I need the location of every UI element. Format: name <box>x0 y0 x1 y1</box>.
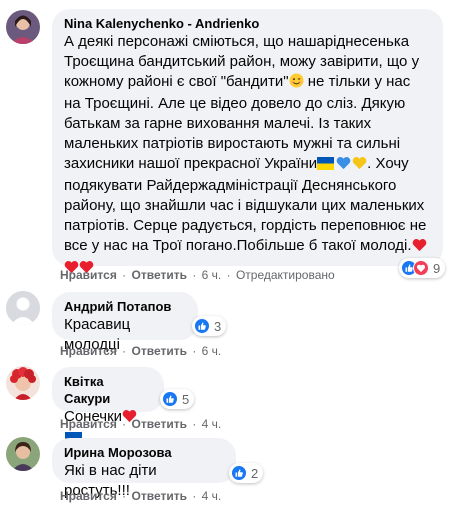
edited-label: Отредактировано <box>235 268 335 282</box>
comment-actions: Нравится · Ответить · 4 ч. <box>60 488 221 504</box>
love-icon <box>413 260 429 276</box>
like-link[interactable]: Нравится <box>60 268 117 282</box>
separator: · <box>192 417 197 431</box>
ukraine-flag-emoji <box>317 156 335 176</box>
comment-author[interactable]: Андрий Потапов <box>64 298 186 315</box>
separator: · <box>226 268 231 282</box>
separator: · <box>122 417 127 431</box>
comment-text: А деякі персонажі сміються, що нашарідне… <box>64 32 431 280</box>
red-heart-emoji <box>412 238 427 258</box>
avatar[interactable] <box>6 291 40 325</box>
reply-link[interactable]: Ответить <box>132 417 187 431</box>
reactions-count: 9 <box>433 260 441 276</box>
separator: · <box>192 489 197 503</box>
like-link[interactable]: Нравится <box>60 489 117 503</box>
reactions-count: 2 <box>251 465 259 481</box>
reactions-count: 5 <box>182 391 190 407</box>
comment-author[interactable]: Nina Kalenychenko - Andrienko <box>64 15 431 32</box>
comment-actions: Нравится · Ответить · 4 ч. <box>60 416 221 432</box>
separator: · <box>122 489 127 503</box>
comment-author[interactable]: Ирина Морозова <box>64 444 224 461</box>
like-icon <box>194 318 210 334</box>
reply-link[interactable]: Ответить <box>132 489 187 503</box>
reactions-summary[interactable]: 3 <box>192 316 227 336</box>
reactions-summary[interactable]: 9 <box>399 258 446 278</box>
reply-link[interactable]: Ответить <box>132 268 187 282</box>
reply-link[interactable]: Ответить <box>132 344 187 358</box>
comment-bubble: Nina Kalenychenko - Andrienko А деякі пе… <box>52 9 443 274</box>
separator: · <box>192 344 197 358</box>
separator: · <box>122 268 127 282</box>
like-icon <box>231 465 247 481</box>
timestamp[interactable]: 4 ч. <box>202 417 222 431</box>
reactions-count: 3 <box>214 318 222 334</box>
timestamp[interactable]: 6 ч. <box>202 268 222 282</box>
reactions-summary[interactable]: 5 <box>160 389 195 409</box>
separator: · <box>122 344 127 358</box>
timestamp[interactable]: 6 ч. <box>202 344 222 358</box>
timestamp[interactable]: 4 ч. <box>202 489 222 503</box>
comment-actions: Нравится · Ответить · 6 ч. · Отредактиро… <box>60 267 335 283</box>
like-link[interactable]: Нравится <box>60 344 117 358</box>
comment-bubble: Ирина Морозова Які в нас діти ростуть!!! <box>52 438 236 499</box>
like-icon <box>162 391 178 407</box>
avatar[interactable] <box>6 10 40 44</box>
yellow-heart-emoji <box>352 156 367 176</box>
avatar[interactable] <box>6 437 40 471</box>
comment-author[interactable]: Квітка Сакури <box>64 373 152 407</box>
reactions-summary[interactable]: 2 <box>229 463 264 483</box>
avatar[interactable] <box>6 366 40 400</box>
comment-bubble: Квітка Сакури Сонечки <box>52 367 164 445</box>
wink-emoji <box>289 73 304 94</box>
comment-actions: Нравится · Ответить · 6 ч. <box>60 343 221 359</box>
separator: · <box>192 268 197 282</box>
comment-bubble: Андрий Потапов Красавиц молодці <box>52 292 198 353</box>
blue-heart-emoji <box>336 156 351 176</box>
like-link[interactable]: Нравится <box>60 417 117 431</box>
